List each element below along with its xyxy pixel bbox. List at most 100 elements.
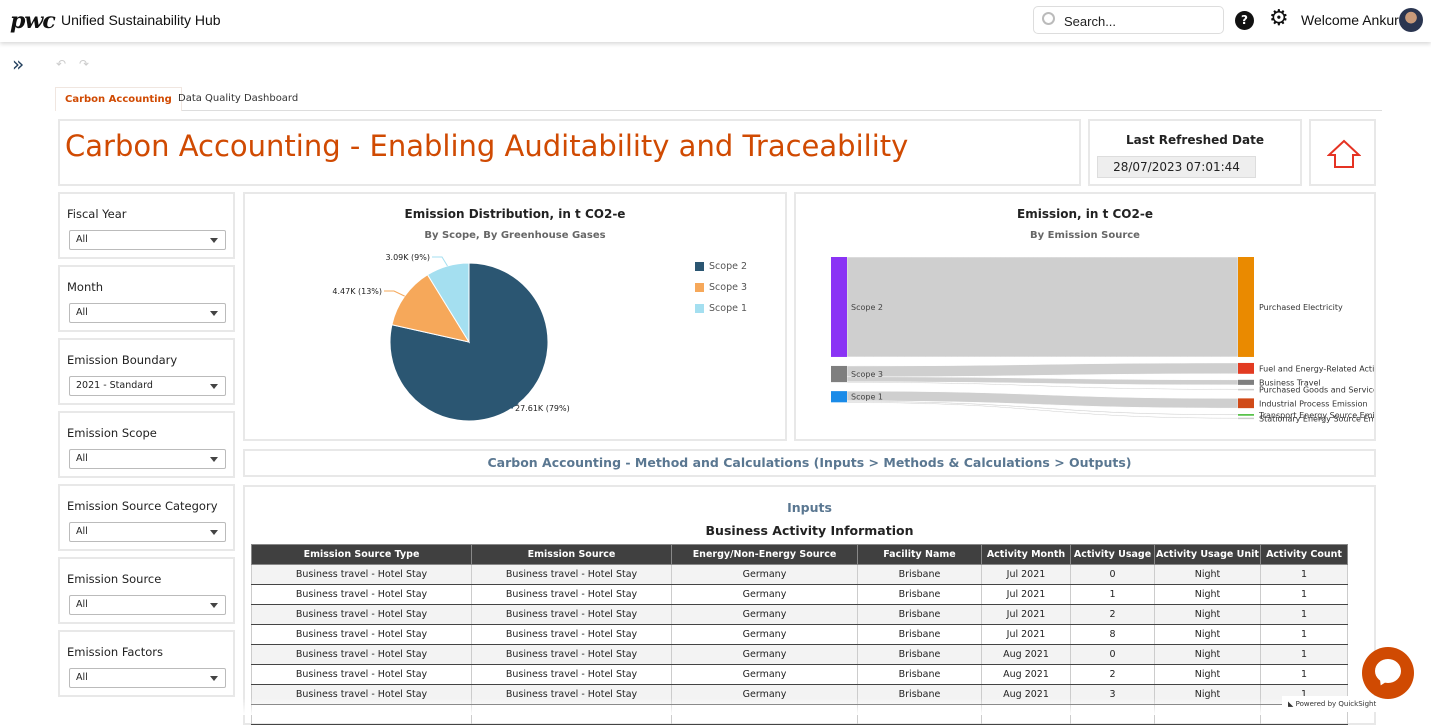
table-cell: 1 bbox=[1260, 624, 1348, 645]
pie-data-label: 27.61K (79%) bbox=[515, 404, 570, 413]
legend-item[interactable]: Scope 1 bbox=[695, 298, 747, 319]
column-header[interactable]: Energy/Non-Energy Source bbox=[671, 544, 858, 565]
filter-value: All bbox=[76, 599, 88, 610]
sankey-target-node[interactable] bbox=[1238, 379, 1254, 385]
table-cell: Business travel - Hotel Stay bbox=[251, 604, 472, 625]
avatar[interactable] bbox=[1399, 8, 1423, 32]
sankey-target-node[interactable] bbox=[1238, 362, 1254, 374]
sankey-target-node[interactable] bbox=[1238, 398, 1254, 409]
table-cell: Germany bbox=[671, 664, 858, 685]
legend-label: Scope 2 bbox=[709, 261, 748, 272]
filter-emission-scope: Emission Scope All bbox=[58, 411, 235, 478]
table-cell: 0 bbox=[1070, 644, 1155, 665]
table-row[interactable]: Business travel - Hotel Stay Business tra… bbox=[251, 624, 1348, 645]
app-title: Unified Sustainability Hub bbox=[61, 12, 221, 28]
column-header[interactable]: Emission Source bbox=[471, 544, 672, 565]
sankey-target-node[interactable] bbox=[1238, 257, 1254, 357]
sankey-target-node[interactable] bbox=[1238, 417, 1254, 420]
chat-button[interactable] bbox=[1362, 647, 1414, 699]
table-row[interactable]: Business travel - Hotel Stay Business tra… bbox=[251, 604, 1348, 625]
table-cell: 1 bbox=[1260, 664, 1348, 685]
filter-dropdown[interactable]: All bbox=[69, 522, 226, 542]
sankey-link[interactable] bbox=[846, 376, 1239, 386]
filter-dropdown[interactable]: All bbox=[69, 303, 226, 323]
sankey-source-label: Scope 2 bbox=[851, 303, 883, 312]
column-header[interactable]: Activity Usage Unit bbox=[1154, 544, 1261, 565]
table-cell: Business travel - Hotel Stay bbox=[471, 564, 672, 585]
chevron-down-icon bbox=[210, 457, 218, 462]
top-header: pwc Unified Sustainability Hub ? ⚙ Welco… bbox=[0, 0, 1431, 42]
table-cell: Aug 2021 bbox=[981, 664, 1071, 685]
table-cell: Jul 2021 bbox=[981, 564, 1071, 585]
sheet-tabs: Carbon Accounting Data Quality Dashboard bbox=[55, 87, 1382, 111]
filter-dropdown[interactable]: All bbox=[69, 230, 226, 250]
redo-icon[interactable]: ↷ bbox=[79, 57, 89, 71]
table-cell: Brisbane bbox=[857, 664, 982, 685]
column-header[interactable]: Activity Month bbox=[981, 544, 1071, 565]
column-header[interactable]: Facility Name bbox=[857, 544, 982, 565]
tab-carbon-accounting[interactable]: Carbon Accounting bbox=[55, 87, 182, 111]
table-cell: 1 bbox=[1260, 584, 1348, 605]
table-row[interactable]: Business travel - Hotel Stay Business tra… bbox=[251, 664, 1348, 685]
sankey-link[interactable] bbox=[846, 256, 1239, 358]
filter-value: 2021 - Standard bbox=[76, 380, 153, 391]
pie-data-label: 4.47K (13%) bbox=[332, 287, 382, 296]
sankey-source-label: Scope 3 bbox=[851, 370, 883, 379]
table-cell: 2 bbox=[1070, 604, 1155, 625]
sankey-source-node[interactable] bbox=[831, 365, 847, 383]
filter-dropdown[interactable]: All bbox=[69, 595, 226, 615]
filter-label: Emission Source bbox=[67, 572, 162, 586]
column-header[interactable]: Activity Usage bbox=[1070, 544, 1155, 565]
sankey-link[interactable] bbox=[846, 362, 1239, 378]
table-cell: Business travel - Hotel Stay bbox=[471, 584, 672, 605]
table-cell: Jul 2021 bbox=[981, 624, 1071, 645]
chevron-down-icon bbox=[210, 384, 218, 389]
table-cell: 8 bbox=[1070, 624, 1155, 645]
sankey-target-label: Fuel and Energy-Related Acti bbox=[1259, 364, 1374, 373]
table-cell: 1 bbox=[1260, 644, 1348, 665]
table-cell: Germany bbox=[671, 604, 858, 625]
scroll-fade bbox=[243, 698, 1343, 715]
table-cell: Business travel - Hotel Stay bbox=[471, 604, 672, 625]
sankey-source-node[interactable] bbox=[831, 257, 847, 357]
search-input[interactable] bbox=[1064, 11, 1214, 31]
search-box[interactable] bbox=[1033, 6, 1224, 34]
sankey-chart[interactable]: Scope 2 Scope 3 Scope 1 Purchased Electrici… bbox=[796, 194, 1374, 439]
table-row[interactable]: Business travel - Hotel Stay Business tra… bbox=[251, 584, 1348, 605]
help-icon[interactable]: ? bbox=[1235, 11, 1254, 30]
filter-dropdown[interactable]: All bbox=[69, 449, 226, 469]
table-cell: Night bbox=[1154, 664, 1261, 685]
gear-icon[interactable]: ⚙ bbox=[1269, 8, 1289, 30]
column-header[interactable]: Emission Source Type bbox=[251, 544, 472, 565]
table-cell: Business travel - Hotel Stay bbox=[251, 644, 472, 665]
expand-sidebar-icon[interactable]: » bbox=[12, 52, 24, 76]
home-button[interactable] bbox=[1309, 119, 1376, 186]
legend-item[interactable]: Scope 3 bbox=[695, 277, 747, 298]
filter-label: Emission Factors bbox=[67, 645, 164, 659]
table-cell: Business travel - Hotel Stay bbox=[471, 664, 672, 685]
table-cell: 2 bbox=[1070, 664, 1155, 685]
filter-dropdown[interactable]: All bbox=[69, 668, 226, 688]
sankey-target-node[interactable] bbox=[1238, 414, 1254, 416]
pie-data-label: 3.09K (9%) bbox=[385, 253, 430, 262]
pwc-logo[interactable]: pwc bbox=[10, 8, 56, 34]
table-cell: Business travel - Hotel Stay bbox=[251, 584, 472, 605]
last-refreshed-value: 28/07/2023 07:01:44 bbox=[1097, 156, 1256, 178]
table-row[interactable]: Business travel - Hotel Stay Business tra… bbox=[251, 644, 1348, 665]
table-cell: Night bbox=[1154, 584, 1261, 605]
table-cell: Business travel - Hotel Stay bbox=[251, 664, 472, 685]
chevron-down-icon bbox=[210, 530, 218, 535]
sankey-link[interactable] bbox=[846, 390, 1239, 409]
chevron-down-icon bbox=[210, 676, 218, 681]
tab-data-quality-dashboard[interactable]: Data Quality Dashboard bbox=[169, 87, 307, 111]
filter-dropdown[interactable]: 2021 - Standard bbox=[69, 376, 226, 396]
undo-icon[interactable]: ↶ bbox=[56, 57, 66, 71]
sankey-target-node[interactable] bbox=[1238, 388, 1254, 391]
table-cell: Germany bbox=[671, 564, 858, 585]
sankey-source-node[interactable] bbox=[831, 391, 847, 403]
column-header[interactable]: Activity Count bbox=[1260, 544, 1348, 565]
table-row[interactable]: Business travel - Hotel Stay Business tra… bbox=[251, 564, 1348, 585]
filter-fiscal-year: Fiscal Year All bbox=[58, 192, 235, 259]
legend-item[interactable]: Scope 2 bbox=[695, 256, 747, 277]
table-cell: Germany bbox=[671, 584, 858, 605]
